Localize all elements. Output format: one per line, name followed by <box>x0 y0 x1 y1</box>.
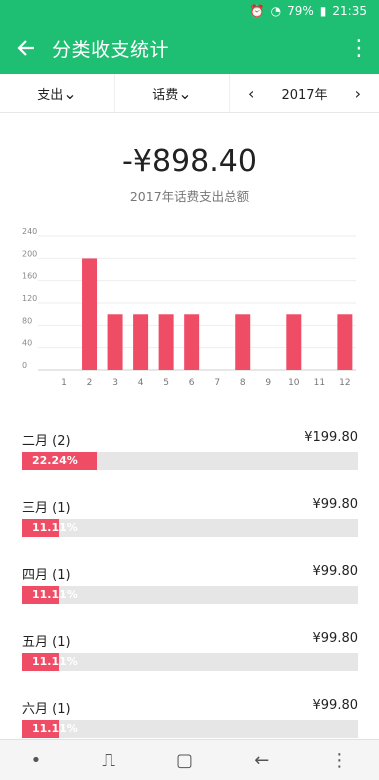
month-amount: ¥99.80 <box>312 564 359 579</box>
battery-icon: ▮ <box>319 4 327 18</box>
percent-label: 11.11% <box>32 722 78 735</box>
chevron-down-icon: ⌄ <box>178 83 192 103</box>
back-arrow-icon[interactable] <box>0 22 52 74</box>
percent-bar-track: 22.24% <box>22 452 358 470</box>
app-bar: 分类收支统计 ⋮ <box>0 22 379 74</box>
page-title: 分类收支统计 <box>52 38 170 61</box>
month-label: 二月 (2) <box>22 434 71 449</box>
alarm-icon: ⏰ <box>249 4 265 18</box>
y-tick-label: 0 <box>22 361 27 370</box>
month-label: 六月 (1) <box>22 702 71 717</box>
percent-bar-track: 11.11% <box>22 586 358 604</box>
next-year-icon[interactable]: › <box>355 84 361 103</box>
month-amount: ¥99.80 <box>312 497 359 512</box>
x-tick-label: 8 <box>240 378 246 388</box>
home-icon[interactable]: ▢ <box>176 750 193 771</box>
status-bar: ⏰ ◔ 79% ▮ 21:35 <box>0 0 379 22</box>
percent-bar-track: 11.11% <box>22 720 358 738</box>
recents-icon[interactable]: ⎍ <box>102 750 115 771</box>
month-amount: ¥99.80 <box>312 698 359 713</box>
category-dropdown[interactable]: 话费 ⌄ <box>115 74 230 112</box>
month-label: 五月 (1) <box>22 635 71 650</box>
x-tick-label: 6 <box>189 378 195 388</box>
month-row[interactable]: 四月 (1) ¥99.80 11.11% <box>22 564 358 622</box>
chevron-down-icon: ⌄ <box>63 83 77 103</box>
year-label: 2017年 <box>281 87 328 103</box>
type-dropdown[interactable]: 支出 ⌄ <box>0 74 115 112</box>
x-tick-label: 3 <box>112 378 118 388</box>
bar-month-4[interactable] <box>133 314 149 370</box>
battery-percent: 79% <box>287 4 314 18</box>
month-label: 三月 (1) <box>22 501 71 516</box>
x-tick-label: 2 <box>87 378 93 388</box>
category-dropdown-label: 话费 <box>152 87 179 103</box>
month-amount: ¥99.80 <box>312 631 359 646</box>
system-nav-bar: • ⎍ ▢ ← ⋮ <box>0 739 379 780</box>
menu-icon[interactable]: ⋮ <box>330 750 348 771</box>
month-label: 四月 (1) <box>22 568 71 583</box>
filter-bar: 支出 ⌄ 话费 ⌄ ‹ 2017年 › <box>0 74 379 113</box>
percent-bar-track: 11.11% <box>22 519 358 537</box>
x-tick-label: 9 <box>265 378 271 388</box>
percent-label: 11.11% <box>32 588 78 601</box>
clock: 21:35 <box>332 4 367 18</box>
total-caption: 2017年话费支出总额 <box>129 189 250 204</box>
percent-label: 22.24% <box>32 454 78 467</box>
monthly-bar-chart: 040801201602002401 2 3 4 5 6 7 8 9 10 11 12 <box>22 228 356 388</box>
y-tick-label: 160 <box>22 272 37 281</box>
bar-month-10[interactable] <box>286 314 302 370</box>
bar-month-6[interactable] <box>184 314 200 370</box>
total-amount: -¥898.40 <box>122 144 257 179</box>
wifi-icon: ◔ <box>270 4 282 18</box>
bar-month-5[interactable] <box>158 314 174 370</box>
percent-bar-track: 11.11% <box>22 653 358 671</box>
y-tick-label: 80 <box>22 316 32 325</box>
more-vert-icon[interactable]: ⋮ <box>339 22 379 74</box>
x-tick-label: 10 <box>288 378 300 388</box>
month-row[interactable]: 三月 (1) ¥99.80 11.11% <box>22 497 358 555</box>
bar-month-2[interactable] <box>82 258 98 370</box>
bar-month-3[interactable] <box>107 314 123 370</box>
type-dropdown-label: 支出 <box>37 87 64 103</box>
month-amount: ¥199.80 <box>304 430 358 445</box>
prev-year-icon[interactable]: ‹ <box>248 84 254 103</box>
x-tick-label: 11 <box>314 378 325 388</box>
bar-month-12[interactable] <box>337 314 353 370</box>
x-tick-label: 5 <box>163 378 169 388</box>
y-tick-label: 240 <box>22 228 37 236</box>
y-tick-label: 120 <box>22 294 37 303</box>
x-tick-label: 12 <box>339 378 350 388</box>
bar-month-8[interactable] <box>235 314 251 370</box>
y-tick-label: 200 <box>22 249 37 258</box>
x-tick-label: 4 <box>138 378 144 388</box>
percent-label: 11.11% <box>32 521 78 534</box>
dot-icon[interactable]: • <box>31 750 42 771</box>
month-row[interactable]: 二月 (2) ¥199.80 22.24% <box>22 430 358 488</box>
y-tick-label: 40 <box>22 339 32 348</box>
percent-label: 11.11% <box>32 655 78 668</box>
back-icon[interactable]: ← <box>254 750 269 771</box>
month-row[interactable]: 五月 (1) ¥99.80 11.11% <box>22 631 358 689</box>
year-selector: ‹ 2017年 › <box>230 74 379 112</box>
x-tick-label: 7 <box>214 378 220 388</box>
x-tick-label: 1 <box>61 378 67 388</box>
